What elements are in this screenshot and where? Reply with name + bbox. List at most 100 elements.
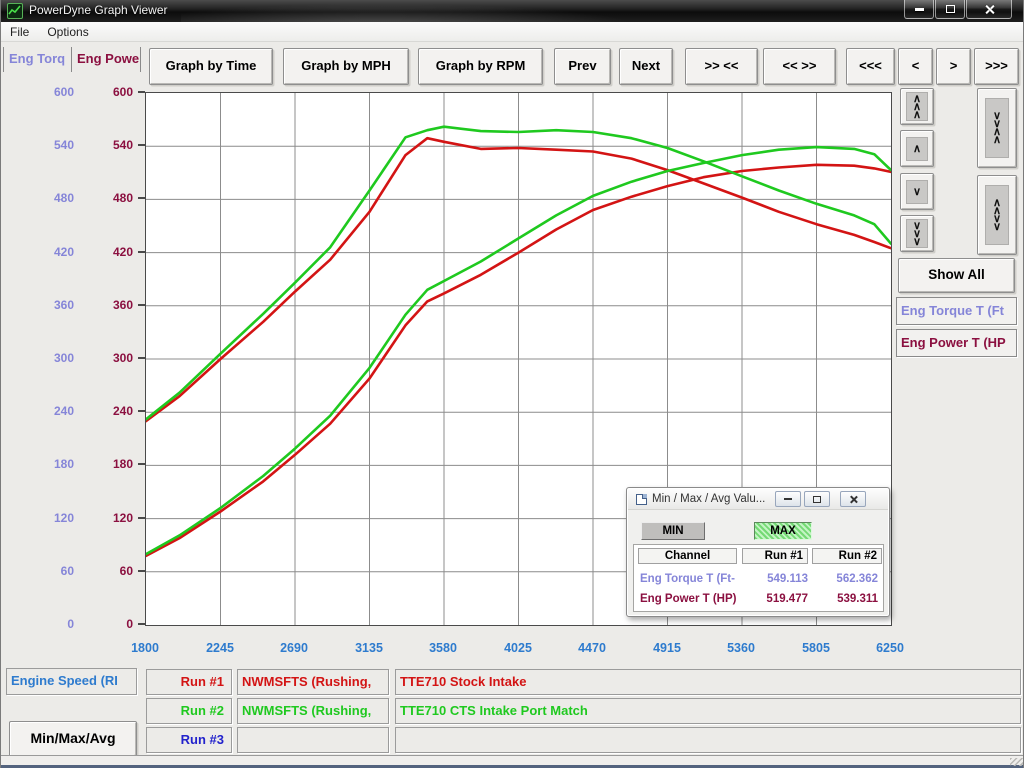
y-tickmark [138,91,145,93]
scroll-right-button[interactable]: > [936,48,971,85]
maximize-icon [813,496,821,503]
power-ytick-label: 180 [1,457,133,471]
diverge-chevrons-icon: ∧∧∨∨ [991,199,1004,231]
power-ytick-label: 420 [1,245,133,259]
y-tickmark [138,251,145,253]
triple-up-chevron-icon: ∧∧∧ [911,95,924,119]
rpm-xtick-label: 4470 [562,641,622,656]
rpm-xtick-label: 2245 [190,641,250,656]
y-zoom-in-button[interactable]: ∨∨∧∧ [977,88,1017,168]
run1-label-box: Run #1 [146,669,232,695]
max-toggle-button[interactable]: MAX [754,522,812,540]
power-ytick-label: 300 [1,351,133,365]
next-button[interactable]: Next [619,48,673,85]
rpm-xtick-label: 2690 [264,641,324,656]
app-icon [7,3,23,19]
run3-desc-box [395,727,1021,753]
min-toggle-button[interactable]: MIN [641,522,705,540]
rpm-xtick-label: 4915 [637,641,697,656]
power-ytick-label: 120 [1,511,133,525]
converge-chevrons-icon: ∨∨∧∧ [991,112,1004,144]
window-maximize-button[interactable] [935,0,965,19]
scroll-left-fast-button[interactable]: <<< [846,48,895,85]
close-icon [984,4,995,15]
run2-desc-box: TTE710 CTS Intake Port Match [395,698,1021,724]
dialog-close-button[interactable] [840,491,866,507]
minmaxavg-button[interactable]: Min/Max/Avg [9,721,137,757]
torque-run2-max: 562.362 [812,573,878,585]
power-ytick-label: 240 [1,404,133,418]
column-header-run1[interactable]: Run #1 [742,548,808,564]
y-tickmark [138,304,145,306]
y-scale-up-fast-button[interactable]: ∧∧∧ [900,88,934,125]
triple-down-chevron-icon: ∨∨∨ [911,222,924,246]
scroll-right-fast-button[interactable]: >>> [974,48,1019,85]
power-ytick-label: 540 [1,138,133,152]
prev-button[interactable]: Prev [554,48,611,85]
close-icon [849,495,858,504]
run3-label-box: Run #3 [146,727,232,753]
rpm-xtick-label: 6250 [860,641,920,656]
minmax-table: Channel Run #1 Run #2 Eng Torque T (Ft- … [633,544,884,612]
menu-bar: File Options [1,22,1024,42]
rpm-xtick-label: 5805 [786,641,846,656]
maximize-icon [946,5,955,13]
power-ytick-label: 60 [1,564,133,578]
y-tickmark [138,410,145,412]
y-scale-down-button[interactable]: ∨ [900,173,934,210]
titlebar-gloss [181,0,681,22]
menu-options[interactable]: Options [38,23,97,41]
y-tickmark [138,197,145,199]
torque-row-label: Eng Torque T (Ft- [640,573,735,585]
y-zoom-out-button[interactable]: ∧∧∨∨ [977,175,1017,255]
run1-desc-box: TTE710 Stock Intake [395,669,1021,695]
y-tickmark [138,144,145,146]
rpm-xtick-label: 1800 [115,641,175,656]
graph-by-time-button[interactable]: Graph by Time [149,48,273,85]
y-tickmark [138,517,145,519]
down-chevron-icon: ∨ [911,188,924,196]
y-tickmark [138,357,145,359]
window-close-button[interactable] [966,0,1012,19]
y-scale-up-button[interactable]: ∧ [900,130,934,167]
window-bottom-edge [1,755,1024,768]
title-bar[interactable]: PowerDyne Graph Viewer [1,0,1024,22]
dialog-title-bar[interactable]: Min / Max / Avg Valu... [628,489,888,510]
power-row-label: Eng Power T (HP) [640,593,736,605]
y-scale-down-fast-button[interactable]: ∨∨∨ [900,215,934,252]
minmax-dialog: Min / Max / Avg Valu... MIN MAX Channel … [626,487,890,617]
tab-eng-power[interactable]: Eng Powe [71,47,141,72]
powerdyne-window: PowerDyne Graph Viewer File Options Eng … [0,0,1024,768]
zoom-in-x-button[interactable]: >> << [685,48,758,85]
tab-eng-torque[interactable]: Eng Torq [3,47,70,72]
column-header-run2[interactable]: Run #2 [812,548,882,564]
minimize-icon [915,8,924,11]
show-all-button[interactable]: Show All [898,258,1015,293]
minimize-icon [784,498,792,500]
window-minimize-button[interactable] [904,0,934,19]
graph-by-rpm-button[interactable]: Graph by RPM [418,48,543,85]
graph-by-mph-button[interactable]: Graph by MPH [283,48,409,85]
resize-grip-icon[interactable] [1010,758,1023,766]
window-title: PowerDyne Graph Viewer [29,3,168,17]
zoom-out-x-button[interactable]: << >> [763,48,836,85]
dialog-maximize-button[interactable] [804,491,830,507]
dialog-title: Min / Max / Avg Valu... [652,493,765,505]
torque-channel-label: Eng Torque T (Ft [896,297,1017,325]
up-chevron-icon: ∧ [911,145,924,153]
y-tickmark [138,463,145,465]
run2-file-box: NWMSFTS (Rushing, [237,698,389,724]
scroll-left-button[interactable]: < [898,48,933,85]
column-header-channel[interactable]: Channel [638,548,737,564]
menu-file[interactable]: File [1,23,38,41]
power-channel-label: Eng Power T (HP [896,329,1017,357]
power-run1-max: 519.477 [742,593,808,605]
y-tickmark [138,570,145,572]
rpm-xtick-label: 3135 [339,641,399,656]
dialog-icon [636,494,647,505]
dialog-minimize-button[interactable] [775,491,801,507]
run3-file-box [237,727,389,753]
run2-label-box: Run #2 [146,698,232,724]
power-ytick-label: 480 [1,191,133,205]
y-tickmark [138,623,145,625]
